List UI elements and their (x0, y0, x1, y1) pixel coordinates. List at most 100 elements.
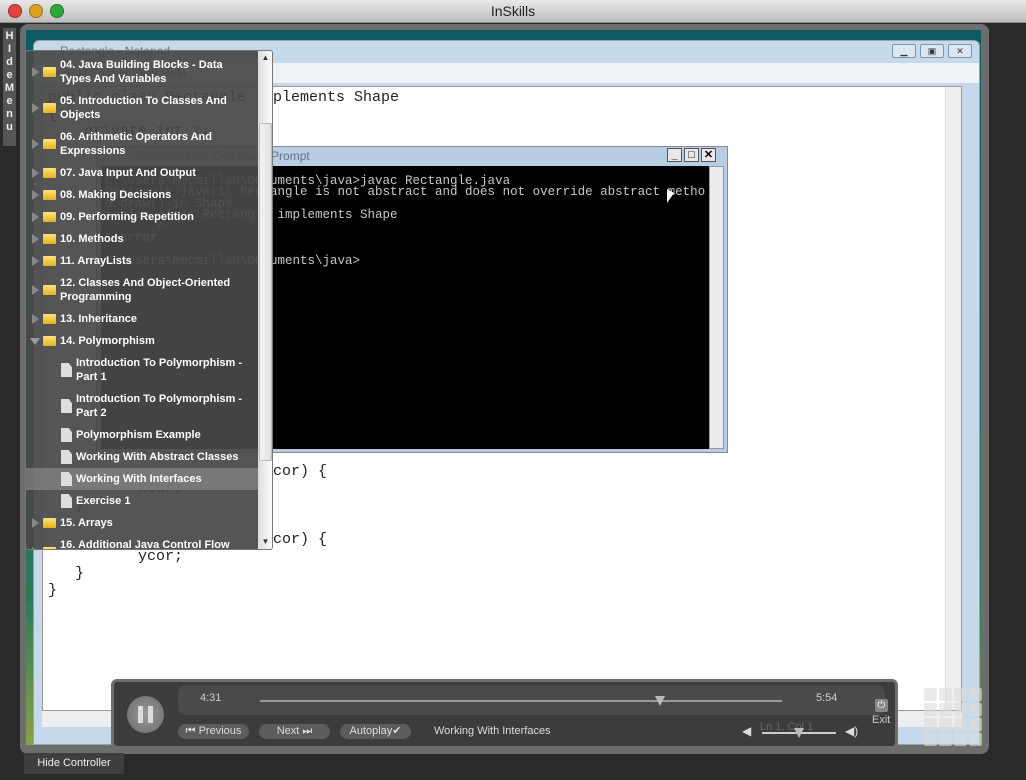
menu-chapter-item[interactable]: 04. Java Building Blocks - Data Types An… (26, 54, 258, 90)
grid-logo-icon (924, 688, 984, 746)
expanded-arrow-icon[interactable] (30, 338, 40, 345)
next-button[interactable]: Next ⏭ (259, 724, 330, 739)
volume-slider[interactable] (762, 728, 836, 738)
seek-slider[interactable] (260, 696, 782, 706)
folder-icon (43, 168, 56, 178)
menu-scroll-thumb[interactable] (259, 123, 272, 461)
hide-menu-letter: d (6, 56, 13, 68)
collapsed-arrow-icon[interactable] (32, 139, 39, 149)
seek-bar-area: 4:31 5:54 (178, 685, 885, 715)
menu-lesson-item[interactable]: Introduction To Polymorphism - Part 2 (26, 388, 258, 424)
folder-icon (43, 336, 56, 346)
code-line: } (48, 565, 85, 582)
volume-down-icon[interactable]: ◀ (742, 724, 751, 738)
menu-lesson-item[interactable]: Polymorphism Example (26, 424, 258, 446)
menu-lesson-item[interactable]: Working With Abstract Classes (26, 446, 258, 468)
maximize-icon: □ (684, 148, 699, 162)
autoplay-button[interactable]: Autoplay✔ (340, 724, 411, 739)
volume-thumb[interactable] (794, 728, 804, 738)
collapsed-arrow-icon[interactable] (32, 67, 39, 77)
menu-item-label: Exercise 1 (76, 495, 131, 507)
exit-button[interactable]: ⏻ Exit (872, 699, 890, 726)
volume-control: ◀ Ln 1, Col 1 ◀) (742, 721, 862, 739)
total-time: 5:54 (816, 692, 838, 704)
menu-item-label: Introduction To Polymorphism - Part 2 (76, 393, 243, 419)
menu-chapter-item[interactable]: 06. Arithmetic Operators And Expressions (26, 126, 258, 162)
menu-chapter-item[interactable]: 11. ArrayLists (26, 250, 258, 272)
collapsed-arrow-icon[interactable] (32, 212, 39, 222)
folder-icon (43, 212, 56, 222)
menu-lesson-item[interactable]: Exercise 1 (26, 490, 258, 512)
menu-chapter-item[interactable]: 07. Java Input And Output (26, 162, 258, 184)
menu-chapter-item[interactable]: 10. Methods (26, 228, 258, 250)
menu-chapter-item[interactable]: 05. Introduction To Classes And Objects (26, 90, 258, 126)
folder-icon (43, 139, 56, 149)
menu-item-label: 05. Introduction To Classes And Objects (60, 95, 227, 121)
collapsed-arrow-icon[interactable] (32, 314, 39, 324)
hide-menu-letter: u (6, 121, 13, 133)
menu-item-label: 07. Java Input And Output (60, 167, 196, 179)
menu-chapter-item[interactable]: 12. Classes And Object-Oriented Programm… (26, 272, 258, 308)
document-icon (61, 399, 72, 413)
collapsed-arrow-icon[interactable] (32, 285, 39, 295)
hide-menu-letter: e (6, 69, 13, 81)
collapsed-arrow-icon[interactable] (32, 103, 39, 113)
menu-item-label: 14. Polymorphism (60, 335, 155, 347)
collapsed-arrow-icon[interactable] (32, 547, 39, 549)
menu-scrollbar[interactable]: ▲ ▼ (258, 51, 272, 549)
hide-menu-letter: M (4, 82, 15, 94)
menu-item-label: 09. Performing Repetition (60, 211, 194, 223)
menu-item-label: Introduction To Polymorphism - Part 1 (76, 357, 243, 383)
code-line: ycor; (48, 548, 184, 565)
menu-item-label: 04. Java Building Blocks - Data Types An… (60, 59, 223, 85)
menu-item-label: 12. Classes And Object-Oriented Programm… (60, 277, 231, 303)
menu-chapter-item[interactable]: 15. Arrays (26, 512, 258, 534)
next-label: Next (276, 725, 300, 737)
hide-menu-tab[interactable]: HIdeMenu (3, 28, 16, 146)
pause-button[interactable] (127, 696, 164, 733)
menu-item-label: 11. ArrayLists (60, 255, 132, 267)
menu-item-label: Polymorphism Example (76, 429, 201, 441)
menu-lesson-item[interactable]: Working With Interfaces (26, 468, 258, 490)
exit-label: Exit (872, 714, 891, 726)
seek-thumb[interactable] (654, 696, 665, 706)
minimize-window-button[interactable] (29, 4, 43, 18)
volume-up-icon[interactable]: ◀) (845, 724, 858, 738)
folder-icon (43, 67, 56, 77)
current-lesson-title: Working With Interfaces (434, 725, 551, 737)
collapsed-arrow-icon[interactable] (32, 190, 39, 200)
close-window-button[interactable] (8, 4, 22, 18)
menu-lesson-item[interactable]: Introduction To Polymorphism - Part 1 (26, 352, 258, 388)
player-controller: 4:31 5:54 ⏮ Previous Next ⏭ Autoplay✔ Wo… (111, 679, 898, 749)
document-icon (61, 472, 72, 486)
hide-controller-button[interactable]: Hide Controller (24, 753, 124, 774)
menu-chapter-item[interactable]: 14. Polymorphism (26, 330, 258, 352)
zoom-window-button[interactable] (50, 4, 64, 18)
menu-chapter-item[interactable]: 09. Performing Repetition (26, 206, 258, 228)
close-icon: ✕ (948, 44, 972, 58)
menu-chapter-item[interactable]: 08. Making Decisions (26, 184, 258, 206)
scroll-down-icon[interactable]: ▼ (258, 535, 272, 549)
notepad-scrollbar (945, 87, 961, 710)
code-line: } (48, 582, 58, 599)
scroll-up-icon[interactable]: ▲ (258, 51, 272, 65)
menu-item-label: 08. Making Decisions (60, 189, 172, 201)
hide-menu-letter: e (6, 95, 13, 107)
collapsed-arrow-icon[interactable] (32, 256, 39, 266)
menu-item-label: 15. Arrays (60, 517, 113, 529)
minimize-icon: ▁ (892, 44, 916, 58)
course-menu: 04. Java Building Blocks - Data Types An… (25, 50, 273, 550)
menu-chapter-item[interactable]: 13. Inheritance (26, 308, 258, 330)
menu-item-label: 06. Arithmetic Operators And Expressions (60, 131, 212, 157)
menu-chapter-item[interactable]: 16. Additional Java Control Flow Constru… (26, 534, 258, 549)
collapsed-arrow-icon[interactable] (32, 168, 39, 178)
document-icon (61, 428, 72, 442)
mouse-cursor-icon (667, 189, 674, 203)
collapsed-arrow-icon[interactable] (32, 234, 39, 244)
previous-button[interactable]: ⏮ Previous (178, 724, 249, 739)
window-title: InSkills (490, 3, 536, 19)
folder-icon (43, 103, 56, 113)
close-icon: ✕ (701, 148, 716, 162)
menu-item-label: 10. Methods (60, 233, 124, 245)
collapsed-arrow-icon[interactable] (32, 518, 39, 528)
